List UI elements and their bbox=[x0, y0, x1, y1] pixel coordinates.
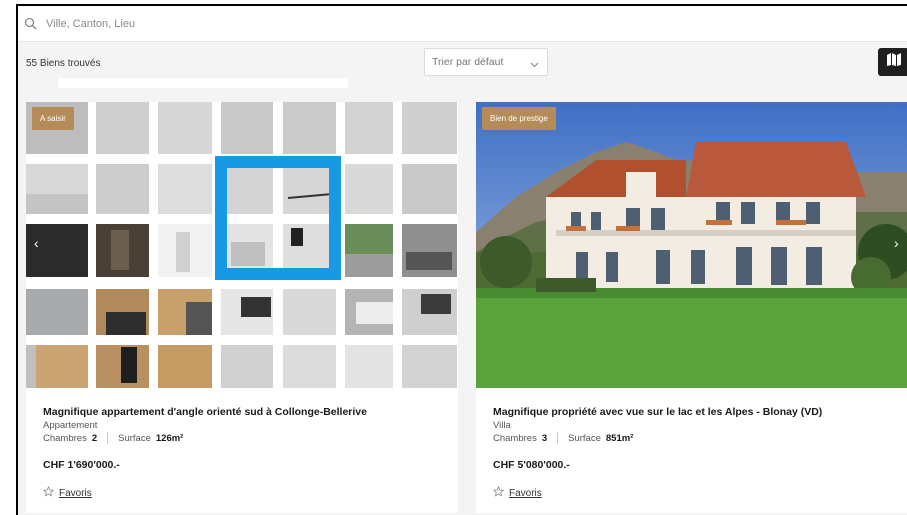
sort-selected-value: Trier par défaut bbox=[432, 56, 504, 68]
listing-card[interactable]: A saisir ‹ Magnifique appartement d'angl… bbox=[26, 102, 458, 513]
search-icon bbox=[22, 16, 38, 32]
listing-type: Appartement bbox=[43, 420, 98, 431]
star-icon bbox=[42, 485, 55, 500]
rooms-label: Chambres bbox=[43, 432, 87, 444]
status-badge: A saisir bbox=[32, 107, 74, 130]
chevron-right-icon[interactable]: › bbox=[894, 235, 899, 251]
listing-photo[interactable]: Bien de prestige › bbox=[476, 102, 907, 388]
favorite-button[interactable]: Favoris bbox=[42, 485, 453, 500]
sort-select[interactable]: Trier par défaut bbox=[424, 48, 548, 76]
listing-type: Villa bbox=[493, 420, 511, 431]
specs-divider bbox=[557, 432, 559, 444]
search-bar bbox=[18, 6, 907, 42]
specs-divider bbox=[107, 432, 109, 444]
listing-specs: Chambres 2 Surface 126m² bbox=[43, 432, 453, 444]
app-frame: 55 Biens trouvés Trier par défaut bbox=[16, 4, 907, 515]
surface-label: Surface bbox=[118, 432, 151, 444]
listing-info: Magnifique propriété avec vue sur le lac… bbox=[492, 406, 903, 500]
map-icon bbox=[886, 52, 902, 72]
header-strip bbox=[58, 78, 348, 88]
surface-value: 851m² bbox=[605, 432, 634, 444]
focus-highlight-box bbox=[215, 156, 341, 280]
listing-price: CHF 5'080'000.- bbox=[493, 459, 570, 471]
favorite-label: Favoris bbox=[509, 487, 542, 499]
favorite-label: Favoris bbox=[59, 487, 92, 499]
rooms-value: 3 bbox=[541, 432, 548, 444]
surface-label: Surface bbox=[568, 432, 601, 444]
rooms-value: 2 bbox=[91, 432, 98, 444]
listing-title[interactable]: Magnifique appartement d'angle orienté s… bbox=[43, 406, 453, 418]
villa-photo bbox=[476, 102, 907, 388]
status-badge: Bien de prestige bbox=[482, 107, 556, 130]
photo-collage[interactable]: A saisir ‹ bbox=[26, 102, 458, 388]
chevron-down-icon bbox=[530, 59, 539, 71]
star-icon bbox=[492, 485, 505, 500]
listing-card[interactable]: Bien de prestige › Magnifique propriété … bbox=[476, 102, 907, 513]
results-count: 55 Biens trouvés bbox=[26, 57, 101, 69]
search-input[interactable] bbox=[46, 17, 446, 30]
listing-info: Magnifique appartement d'angle orienté s… bbox=[42, 406, 453, 500]
listing-specs: Chambres 3 Surface 851m² bbox=[493, 432, 903, 444]
chevron-left-icon[interactable]: ‹ bbox=[34, 235, 39, 251]
surface-value: 126m² bbox=[155, 432, 184, 444]
map-view-button[interactable] bbox=[878, 48, 907, 76]
rooms-label: Chambres bbox=[493, 432, 537, 444]
listing-price: CHF 1'690'000.- bbox=[43, 459, 120, 471]
listing-title[interactable]: Magnifique propriété avec vue sur le lac… bbox=[493, 406, 903, 418]
favorite-button[interactable]: Favoris bbox=[492, 485, 903, 500]
